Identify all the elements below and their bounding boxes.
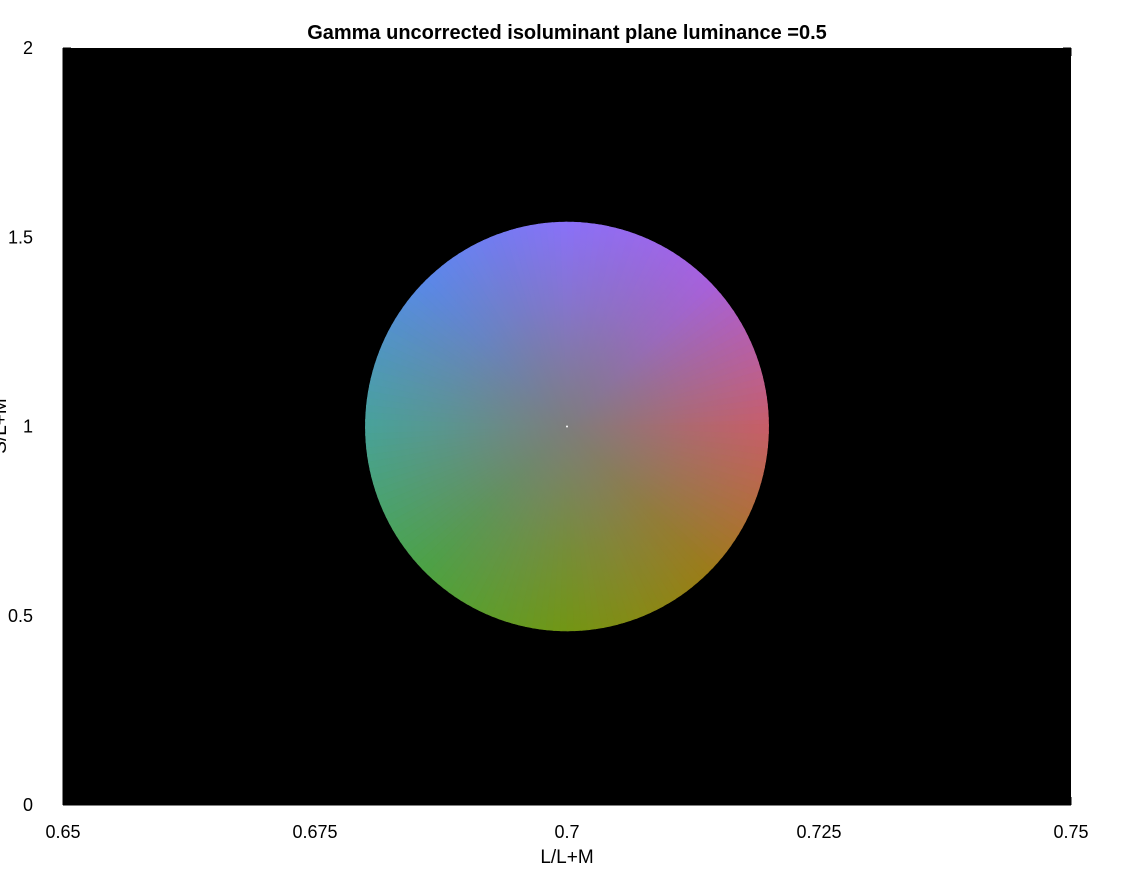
- chart-title: Gamma uncorrected isoluminant plane lumi…: [307, 22, 827, 44]
- y-axis-label: S/L+M: [0, 398, 11, 453]
- y-tick-label: 2: [23, 38, 33, 58]
- x-tick-label: 0.65: [45, 822, 80, 842]
- x-tick-label: 0.75: [1053, 822, 1088, 842]
- x-axis-label: L/L+M: [540, 847, 593, 868]
- color-disc: [365, 221, 769, 632]
- disc-center-point: [566, 425, 568, 428]
- x-tick-label: 0.7: [554, 822, 579, 842]
- chart-figure: Gamma uncorrected isoluminant plane lumi…: [0, 22, 1089, 868]
- y-tick-label: 0: [23, 795, 33, 815]
- y-tick-label: 1: [23, 417, 33, 437]
- x-tick-label: 0.675: [292, 822, 337, 842]
- y-tick-label: 0.5: [8, 606, 33, 626]
- y-tick-label: 1.5: [8, 227, 33, 247]
- x-tick-label: 0.725: [796, 822, 841, 842]
